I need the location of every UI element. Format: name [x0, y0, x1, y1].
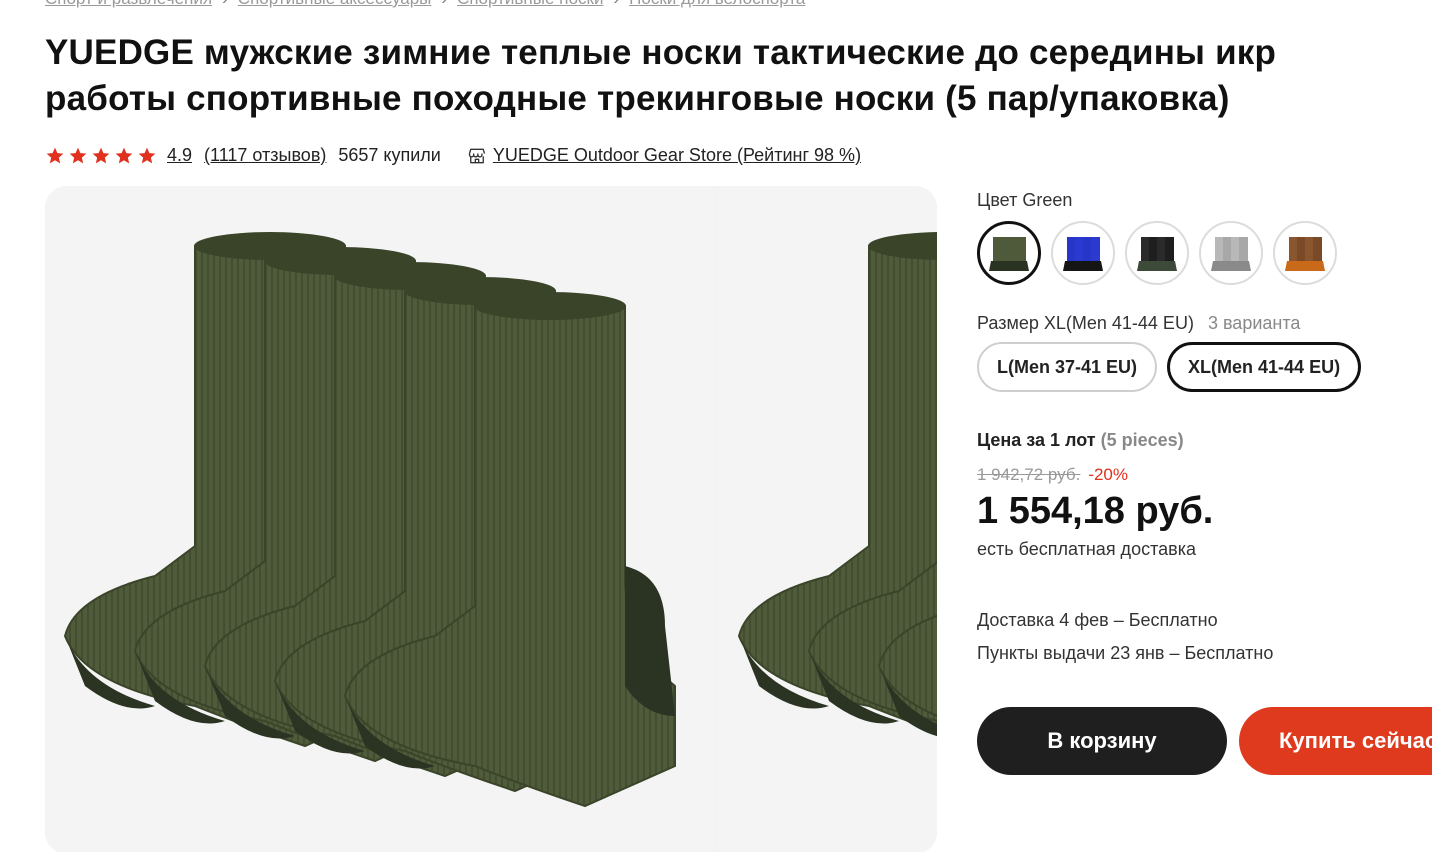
old-price-row: 1 942,72 руб. -20%	[977, 465, 1432, 485]
pickup-date: Пункты выдачи 23 янв – Бесплатно	[977, 643, 1274, 663]
product-options-panel: Цвет Green Размер XL(Men 41-44 EU) 3 вар…	[977, 190, 1432, 664]
breadcrumb-item-accessories[interactable]: Спортивные аксессуары	[238, 0, 432, 9]
discount-badge: -20%	[1088, 465, 1128, 484]
breadcrumb: Спорт и развлечения › Спортивные аксессу…	[45, 0, 805, 9]
purchases-count: 5657 купили	[338, 145, 441, 165]
size-label: Размер XL(Men 41-44 EU)	[977, 313, 1194, 333]
sock-thumbnail-icon	[1285, 237, 1325, 271]
breadcrumb-item-socks[interactable]: Спортивные носки	[457, 0, 603, 9]
sock-thumbnail-icon	[1063, 237, 1103, 271]
gallery-image-main[interactable]	[45, 186, 713, 852]
color-swatches	[977, 221, 1432, 285]
chevron-right-icon: ›	[613, 0, 619, 9]
star-icon	[69, 147, 87, 163]
store-icon	[468, 148, 485, 163]
star-icon	[115, 147, 133, 163]
action-buttons: В корзину Купить сейчас	[977, 707, 1432, 775]
current-price: 1 554,18 руб.	[977, 490, 1214, 532]
product-title-line-1: YUEDGE мужские зимние теплые носки такти…	[45, 33, 1277, 72]
color-swatch-brown[interactable]	[1273, 221, 1337, 285]
reviews-link[interactable]: (1117 отзывов)	[204, 145, 326, 166]
size-variants-count: 3 варианта	[1207, 313, 1301, 333]
product-page: Спорт и развлечения › Спортивные аксессу…	[0, 0, 1432, 852]
chevron-right-icon: ›	[222, 0, 228, 9]
breadcrumb-item-sport[interactable]: Спорт и развлечения	[45, 0, 212, 9]
pieces-count: (5 pieces)	[1100, 430, 1184, 450]
add-to-cart-button[interactable]: В корзину	[977, 707, 1227, 775]
store-link[interactable]: YUEDGE Outdoor Gear Store (Рейтинг 98 %)	[493, 145, 861, 166]
sock-thumbnail-icon	[1137, 237, 1177, 271]
size-option-xl[interactable]: XL(Men 41-44 EU)	[1167, 342, 1362, 392]
product-image-socks-partial	[737, 232, 937, 737]
size-option-l[interactable]: L(Men 37-41 EU)	[977, 342, 1158, 392]
price-per-lot-label: Цена за 1 лот (5 pieces)	[977, 430, 1432, 451]
size-label-row: Размер XL(Men 41-44 EU) 3 варианта	[977, 313, 1432, 334]
product-title-line-2: работы спортивные походные трекинговые н…	[45, 79, 1230, 118]
breadcrumb-item-cycling-socks[interactable]: Носки для велоспорта	[629, 0, 805, 9]
delivery-date: Доставка 4 фев – Бесплатно	[977, 610, 1218, 630]
product-gallery[interactable]	[45, 186, 937, 852]
rating-value[interactable]: 4.9	[167, 145, 192, 166]
buy-now-button[interactable]: Купить сейчас	[1239, 707, 1432, 775]
color-swatch-green[interactable]	[977, 221, 1041, 285]
sock-thumbnail-icon	[1211, 237, 1251, 271]
color-label: Цвет Green	[977, 190, 1073, 210]
star-icon	[92, 147, 110, 163]
color-swatch-black[interactable]	[1125, 221, 1189, 285]
old-price: 1 942,72 руб.	[977, 465, 1081, 484]
chevron-right-icon: ›	[441, 0, 447, 9]
free-delivery-note: есть бесплатная доставка	[977, 539, 1196, 559]
price-label-text: Цена за 1 лот	[977, 430, 1096, 450]
color-swatch-blue[interactable]	[1051, 221, 1115, 285]
product-image-socks	[63, 232, 676, 808]
product-title: YUEDGE мужские зимние теплые носки такти…	[45, 30, 1432, 122]
product-meta-row: 4.9 (1117 отзывов) 5657 купили YUEDGE Ou…	[45, 145, 861, 166]
star-icon	[138, 147, 156, 163]
rating-stars	[45, 146, 157, 166]
sock-thumbnail-icon	[989, 237, 1029, 271]
gallery-image-next[interactable]	[719, 186, 937, 852]
star-icon	[46, 147, 64, 163]
color-swatch-grey[interactable]	[1199, 221, 1263, 285]
size-options: L(Men 37-41 EU) XL(Men 41-44 EU)	[977, 342, 1432, 392]
